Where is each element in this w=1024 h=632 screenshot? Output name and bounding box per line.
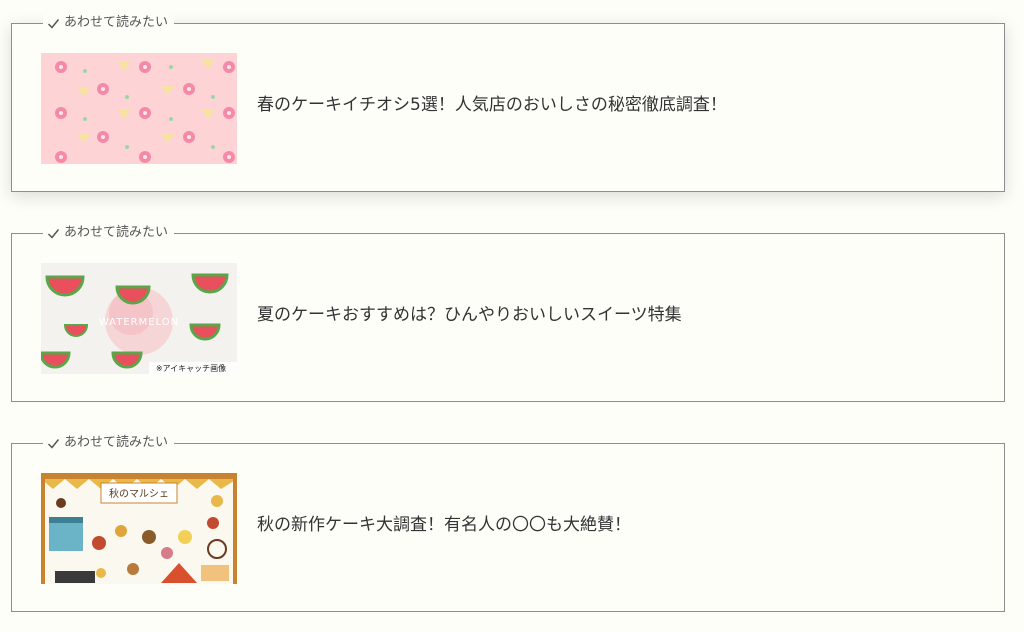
related-article-card-1[interactable]: あわせて読みたい 春のケーキイチオシ5選！人気店のおいしさの秘密徹底調査！: [11, 14, 1005, 192]
autumn-marche-thumbnail[interactable]: 秋のマルシェ: [41, 473, 237, 584]
thumbnail-sign-text: 秋のマルシェ: [109, 487, 169, 500]
related-article-label-text: あわせて読みたい: [64, 435, 169, 450]
thumbnail-center-text: WATERMELON: [99, 317, 179, 328]
related-article-title[interactable]: 秋の新作ケーキ大調査！有名人の〇〇も大絶賛！: [257, 514, 631, 536]
check-icon: [47, 227, 60, 240]
spring-flower-pattern-thumbnail[interactable]: [41, 53, 237, 164]
related-article-label-text: あわせて読みたい: [64, 15, 169, 30]
related-article-label: あわせて読みたい: [43, 434, 175, 452]
related-article-label-text: あわせて読みたい: [64, 225, 169, 240]
related-article-label: あわせて読みたい: [43, 14, 175, 32]
related-article-title[interactable]: 夏のケーキおすすめは？ひんやりおいしいスイーツ特集: [257, 304, 682, 326]
related-article-card-3[interactable]: あわせて読みたい 秋のマルシェ 秋の新作ケーキ大調査！有名人の〇〇も大絶賛！: [11, 434, 1005, 612]
related-article-title[interactable]: 春のケーキイチオシ5選！人気店のおいしさの秘密徹底調査！: [257, 94, 727, 116]
related-article-label: あわせて読みたい: [43, 224, 175, 242]
thumbnail-caption: ※アイキャッチ画像: [156, 363, 226, 373]
check-icon: [47, 437, 60, 450]
check-icon: [47, 17, 60, 30]
watermelon-thumbnail[interactable]: WATERMELON ※アイキャッチ画像: [41, 263, 237, 374]
related-article-card-2[interactable]: あわせて読みたい WATERMELON ※アイキャッチ画像 夏のケーキおすすめは…: [11, 224, 1005, 402]
